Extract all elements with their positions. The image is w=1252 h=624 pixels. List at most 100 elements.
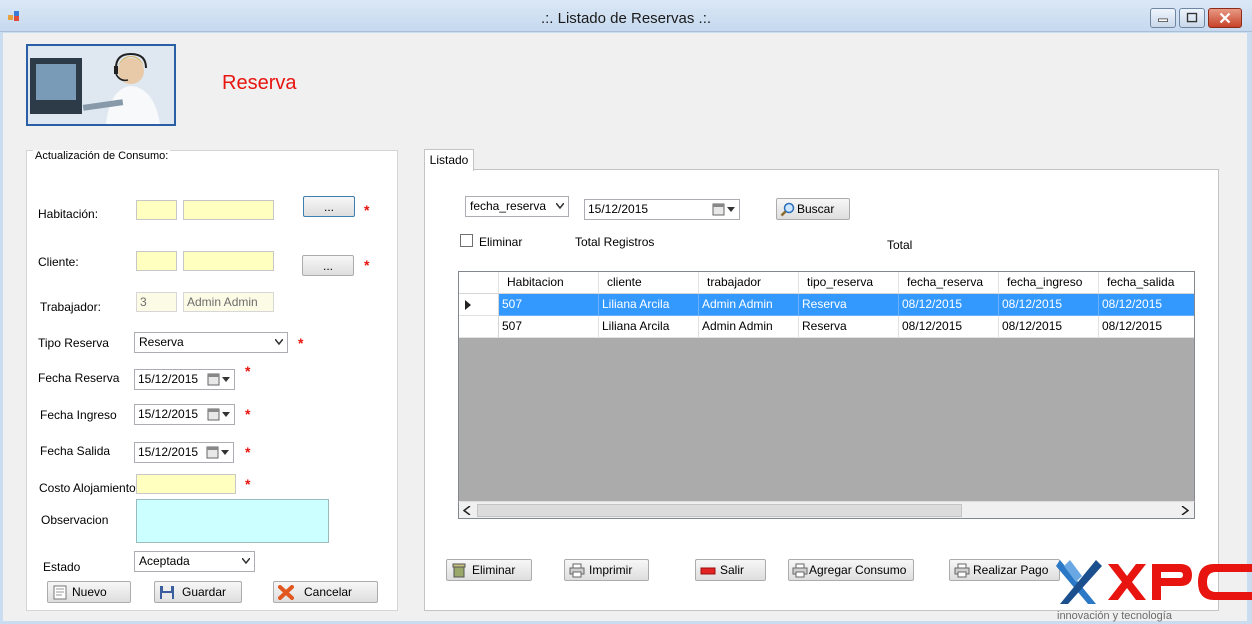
cliente-required-mark: * [364,257,370,273]
estado-label: Estado [43,560,81,574]
table-cell[interactable]: Reserva [799,294,899,316]
fecha-reserva-picker[interactable]: 15/12/2015 [134,369,235,390]
row-header[interactable] [459,316,499,338]
scrollbar-thumb[interactable] [477,504,962,517]
fecha-reserva-value: 15/12/2015 [138,372,199,386]
cliente-browse-button[interactable]: ... [302,255,354,276]
trash-icon [452,563,466,578]
trabajador-name-input[interactable]: Admin Admin [183,292,274,312]
column-header[interactable]: trabajador [699,272,799,294]
table-cell[interactable]: 08/12/2015 [999,294,1099,316]
page-title: Reserva [222,72,297,94]
salir-button-label: Salir [720,563,745,577]
scroll-left-icon[interactable] [463,506,471,515]
filter-date-picker[interactable]: 15/12/2015 [584,199,740,220]
call-center-image [28,46,174,124]
chevron-down-icon [275,339,283,345]
table-cell[interactable]: 08/12/2015 [999,316,1099,338]
costo-input[interactable] [136,474,236,494]
fecha-ingreso-picker[interactable]: 15/12/2015 [134,404,235,425]
column-header[interactable]: fecha_salida [1099,272,1194,294]
title-bar[interactable]: .:. Listado de Reservas .:. [0,0,1252,32]
observacion-textarea[interactable] [136,499,329,543]
realizar-pago-button-label: Realizar Pago [973,563,1049,577]
reservas-grid[interactable]: Habitacion cliente trabajador tipo_reser… [458,271,1195,519]
agregar-consumo-button[interactable]: Agregar Consumo [788,559,914,581]
agregar-consumo-button-label: Agregar Consumo [809,563,907,577]
minimize-button[interactable] [1150,8,1176,28]
eliminar-button[interactable]: Eliminar [446,559,532,581]
table-cell[interactable]: Admin Admin [699,316,799,338]
fecha-ingreso-label: Fecha Ingreso [40,408,117,422]
buscar-button-label: Buscar [797,202,835,216]
calendar-dropdown-icon [207,408,230,421]
table-cell[interactable]: 08/12/2015 [899,294,999,316]
maximize-button[interactable] [1179,8,1205,28]
scroll-right-icon[interactable] [1181,506,1189,515]
close-icon [1219,12,1231,24]
costo-required-mark: * [245,476,251,492]
tipo-reserva-label: Tipo Reserva [38,336,109,350]
fecha-salida-picker[interactable]: 15/12/2015 [134,442,234,463]
table-cell[interactable]: 507 [499,294,599,316]
observacion-label: Observacion [41,513,109,527]
column-header[interactable]: fecha_ingreso [999,272,1099,294]
column-header[interactable]: cliente [599,272,699,294]
filter-date-value: 15/12/2015 [588,202,649,216]
eliminar-button-label: Eliminar [472,563,516,577]
new-document-icon [53,585,67,600]
table-cell[interactable]: 08/12/2015 [1099,316,1194,338]
cancel-x-icon [278,585,294,600]
tab-listado[interactable]: Listado [424,149,474,171]
tipo-reserva-value: Reserva [139,335,184,349]
groupbox-title: Actualización de Consumo: [33,150,171,162]
imprimir-button[interactable]: Imprimir [564,559,649,581]
salir-button[interactable]: Salir [695,559,766,581]
table-cell[interactable]: 08/12/2015 [899,316,999,338]
cancelar-button[interactable]: Cancelar [273,581,378,603]
close-button[interactable] [1208,8,1242,28]
nuevo-button[interactable]: Nuevo [47,581,131,603]
search-icon [780,202,795,217]
column-header[interactable]: Habitacion [499,272,599,294]
estado-select[interactable]: Aceptada [134,551,255,572]
cancelar-button-label: Cancelar [304,585,353,599]
filter-field-select[interactable]: fecha_reserva [465,196,569,217]
trabajador-id-input[interactable]: 3 [136,292,177,312]
habitacion-name-input[interactable] [183,200,274,220]
current-row-arrow-icon [465,300,471,310]
habitacion-browse-button[interactable]: ... [303,196,355,217]
calendar-dropdown-icon [712,203,735,216]
table-cell[interactable]: Liliana Arcila [599,294,699,316]
grid-horizontal-scrollbar[interactable] [458,501,1195,519]
fecha-reserva-required-mark: * [245,363,251,379]
cliente-label: Cliente: [38,255,79,269]
row-header[interactable] [459,294,499,316]
table-cell[interactable]: Admin Admin [699,294,799,316]
column-header[interactable]: fecha_reserva [899,272,999,294]
realizar-pago-button[interactable]: Realizar Pago [949,559,1060,581]
guardar-button[interactable]: Guardar [154,581,242,603]
guardar-button-label: Guardar [182,585,227,599]
habitacion-id-input[interactable] [136,200,177,220]
habitacion-label: Habitación: [38,207,99,221]
tipo-reserva-select[interactable]: Reserva [134,332,288,353]
table-cell[interactable]: 08/12/2015 [1099,294,1194,316]
table-cell[interactable]: Reserva [799,316,899,338]
eliminar-checkbox[interactable] [460,234,473,247]
exit-icon [700,567,716,575]
trabajador-label: Trabajador: [40,300,101,314]
printer-icon [569,563,585,578]
cliente-name-input[interactable] [183,251,274,271]
printer-icon [954,563,970,578]
eliminar-checkbox-label: Eliminar [479,235,523,249]
chevron-down-icon [242,558,250,564]
table-cell[interactable]: 507 [499,316,599,338]
estado-value: Aceptada [139,554,190,568]
buscar-button[interactable]: Buscar [776,198,850,220]
habitacion-required-mark: * [364,202,370,218]
imprimir-button-label: Imprimir [589,563,633,577]
column-header[interactable]: tipo_reserva [799,272,899,294]
cliente-id-input[interactable] [136,251,177,271]
table-cell[interactable]: Liliana Arcila [599,316,699,338]
